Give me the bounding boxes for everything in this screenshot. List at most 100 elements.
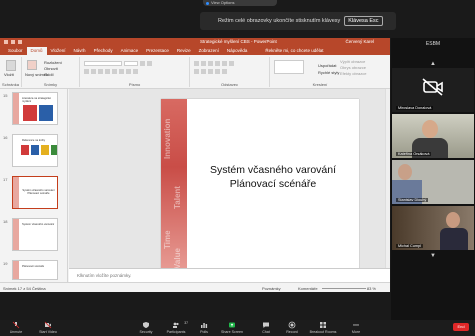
- paragraph-row-1[interactable]: [194, 61, 234, 66]
- slide-counter: Snímek 17 z 54: [3, 286, 31, 291]
- polls-button[interactable]: Polls: [190, 321, 218, 336]
- tell-me-search[interactable]: Řekněte mi, co chcete udělat: [265, 47, 323, 55]
- slide-thumbnail[interactable]: Plánovací scénáře: [12, 260, 58, 280]
- participant-face: [398, 164, 412, 180]
- redo-icon[interactable]: [18, 40, 22, 44]
- ribbon: Vložit Schránka Nový snímek Rozložení Ob…: [0, 55, 390, 89]
- layout-button[interactable]: Rozložení: [44, 60, 62, 65]
- video-off-icon: [44, 321, 52, 329]
- group-clipboard: Vložit Schránka: [0, 57, 22, 87]
- comments-toggle[interactable]: Komentáře: [298, 286, 318, 291]
- end-meeting-button[interactable]: End: [453, 323, 469, 331]
- record-label: Record: [286, 330, 298, 334]
- participants-button[interactable]: Participants 37: [162, 321, 190, 336]
- slide-editor[interactable]: Innovation Talent Time Value Systém včas…: [69, 89, 390, 282]
- share-screen-button[interactable]: Share Screen: [218, 321, 246, 336]
- notes-pane[interactable]: Klknutím vložíte poznámky.: [69, 268, 390, 282]
- fullscreen-banner: Režim celé obrazovky ukončíte stisknutím…: [200, 12, 396, 30]
- breakout-rooms-button[interactable]: Breakout Rooms: [306, 321, 340, 336]
- slide-thumbnail[interactable]: Literatura na strategické myšlení: [12, 92, 58, 125]
- font-row-1[interactable]: [84, 61, 152, 66]
- tab-zobrazeni[interactable]: Zobrazení: [195, 47, 223, 55]
- camera-off-icon: [422, 78, 443, 96]
- start-video-button[interactable]: Start Video: [34, 321, 62, 336]
- unmute-button[interactable]: Unmute: [2, 321, 30, 336]
- notes-toggle[interactable]: Poznámky: [262, 286, 281, 291]
- chevron-down-icon[interactable]: ▼: [429, 253, 437, 259]
- shape-outline-button[interactable]: Obrys obrazce: [340, 65, 366, 70]
- font-group-label: Písmo: [128, 82, 141, 87]
- paste-label[interactable]: Vložit: [4, 72, 14, 77]
- ppt-title-bar: Strategické myšlení CBS - PowerPoint Čer…: [0, 38, 390, 46]
- group-paragraph: Odstavec: [190, 57, 270, 87]
- font-row-2[interactable]: [84, 69, 138, 74]
- slide-title[interactable]: Systém včasného varování Plánovací scéná…: [191, 163, 355, 191]
- user-name[interactable]: Červený Karel: [345, 38, 374, 46]
- zoom-level[interactable]: 83 %: [367, 286, 376, 291]
- arrange-button[interactable]: Uspořádat: [318, 63, 336, 68]
- participants-icon: [173, 322, 179, 328]
- language-indicator[interactable]: Čeština: [32, 286, 46, 291]
- undo-icon[interactable]: [11, 40, 15, 44]
- participant-tile[interactable]: Miroslava Donalová: [392, 68, 474, 112]
- chevron-up-icon[interactable]: ▲: [429, 61, 437, 67]
- chat-button[interactable]: Chat: [252, 321, 280, 336]
- tab-prezentace[interactable]: Prezentace: [142, 47, 173, 55]
- security-button[interactable]: Security: [132, 321, 160, 336]
- slide-thumbnail-selected[interactable]: Systém včasného varování Plánovací scéná…: [12, 176, 58, 209]
- save-icon[interactable]: [4, 40, 8, 44]
- slide-thumbnail[interactable]: Reference na knihy: [12, 134, 58, 167]
- participant-tile[interactable]: Stanislav Dlouhý: [392, 160, 474, 204]
- view-options-pill[interactable]: View Options: [203, 0, 277, 6]
- tab-domu[interactable]: Domů: [26, 47, 47, 55]
- participant-tile[interactable]: Michal Cumpl: [392, 206, 474, 250]
- ribbon-tabs: Soubor Domů Vložení Návrh Přechody Anima…: [0, 46, 390, 55]
- participant-name: Michal Cumpl: [396, 244, 423, 248]
- slide-thumbnail[interactable]: Systém včasného varování: [12, 218, 58, 251]
- record-button[interactable]: Record: [278, 321, 306, 336]
- paste-icon[interactable]: [6, 60, 16, 71]
- shape-fill-button[interactable]: Výplň obrazce: [340, 59, 365, 64]
- shape-effects-button[interactable]: Efekty obrazce: [340, 71, 366, 76]
- tab-soubor[interactable]: Soubor: [4, 47, 27, 55]
- vertical-scrollbar[interactable]: [385, 89, 390, 282]
- new-slide-icon[interactable]: [27, 60, 37, 70]
- thumb-image: [23, 105, 37, 121]
- participant-tile[interactable]: Kateřina Orsáková: [392, 114, 474, 158]
- quick-styles-button[interactable]: Rychlé styly: [318, 70, 339, 75]
- participant-name: Kateřina Orsáková: [396, 152, 432, 156]
- thumb-text: Reference na knihy: [22, 139, 46, 142]
- tab-napoveda[interactable]: Nápověda: [223, 47, 252, 55]
- thumb-text: Plánovací scénáře: [22, 265, 45, 268]
- drawing-group-label: Kreslení: [312, 82, 328, 87]
- participant-face: [422, 120, 438, 138]
- chat-label: Chat: [262, 330, 270, 334]
- clipboard-group-label: Schránka: [2, 82, 19, 87]
- esc-key-hint[interactable]: Klávesa Esc: [344, 16, 383, 26]
- thumb-number: 15: [3, 93, 8, 98]
- more-button[interactable]: More: [342, 321, 370, 336]
- powerpoint-window: Strategické myšlení CBS - PowerPoint Čer…: [0, 38, 390, 292]
- paragraph-row-2[interactable]: [194, 69, 227, 74]
- current-slide[interactable]: Innovation Talent Time Value Systém včas…: [161, 99, 359, 269]
- record-icon: [288, 321, 296, 329]
- thumb-number: 18: [3, 219, 8, 224]
- quick-access-toolbar: [4, 40, 22, 44]
- thumb-text: Systém včasného varování: [22, 223, 55, 226]
- slides-group-label: Snímky: [43, 82, 58, 87]
- shapes-gallery[interactable]: [274, 60, 304, 74]
- reset-button[interactable]: Obnovit: [44, 66, 58, 71]
- share-screen-label: Share Screen: [221, 330, 243, 334]
- thumb-number: 16: [3, 135, 8, 140]
- tab-vlozeni[interactable]: Vložení: [47, 47, 70, 55]
- zoom-slider[interactable]: [322, 287, 366, 289]
- participant-name: Stanislav Dlouhý: [396, 198, 429, 202]
- participant-face: [446, 212, 460, 228]
- participant-body: [440, 228, 468, 250]
- tab-revize[interactable]: Revize: [173, 47, 195, 55]
- tab-navrh[interactable]: Návrh: [70, 47, 90, 55]
- section-button[interactable]: Oddíl: [44, 72, 54, 77]
- breakout-rooms-icon: [320, 322, 326, 328]
- tab-animace[interactable]: Animace: [117, 47, 143, 55]
- tab-prechody[interactable]: Přechody: [90, 47, 117, 55]
